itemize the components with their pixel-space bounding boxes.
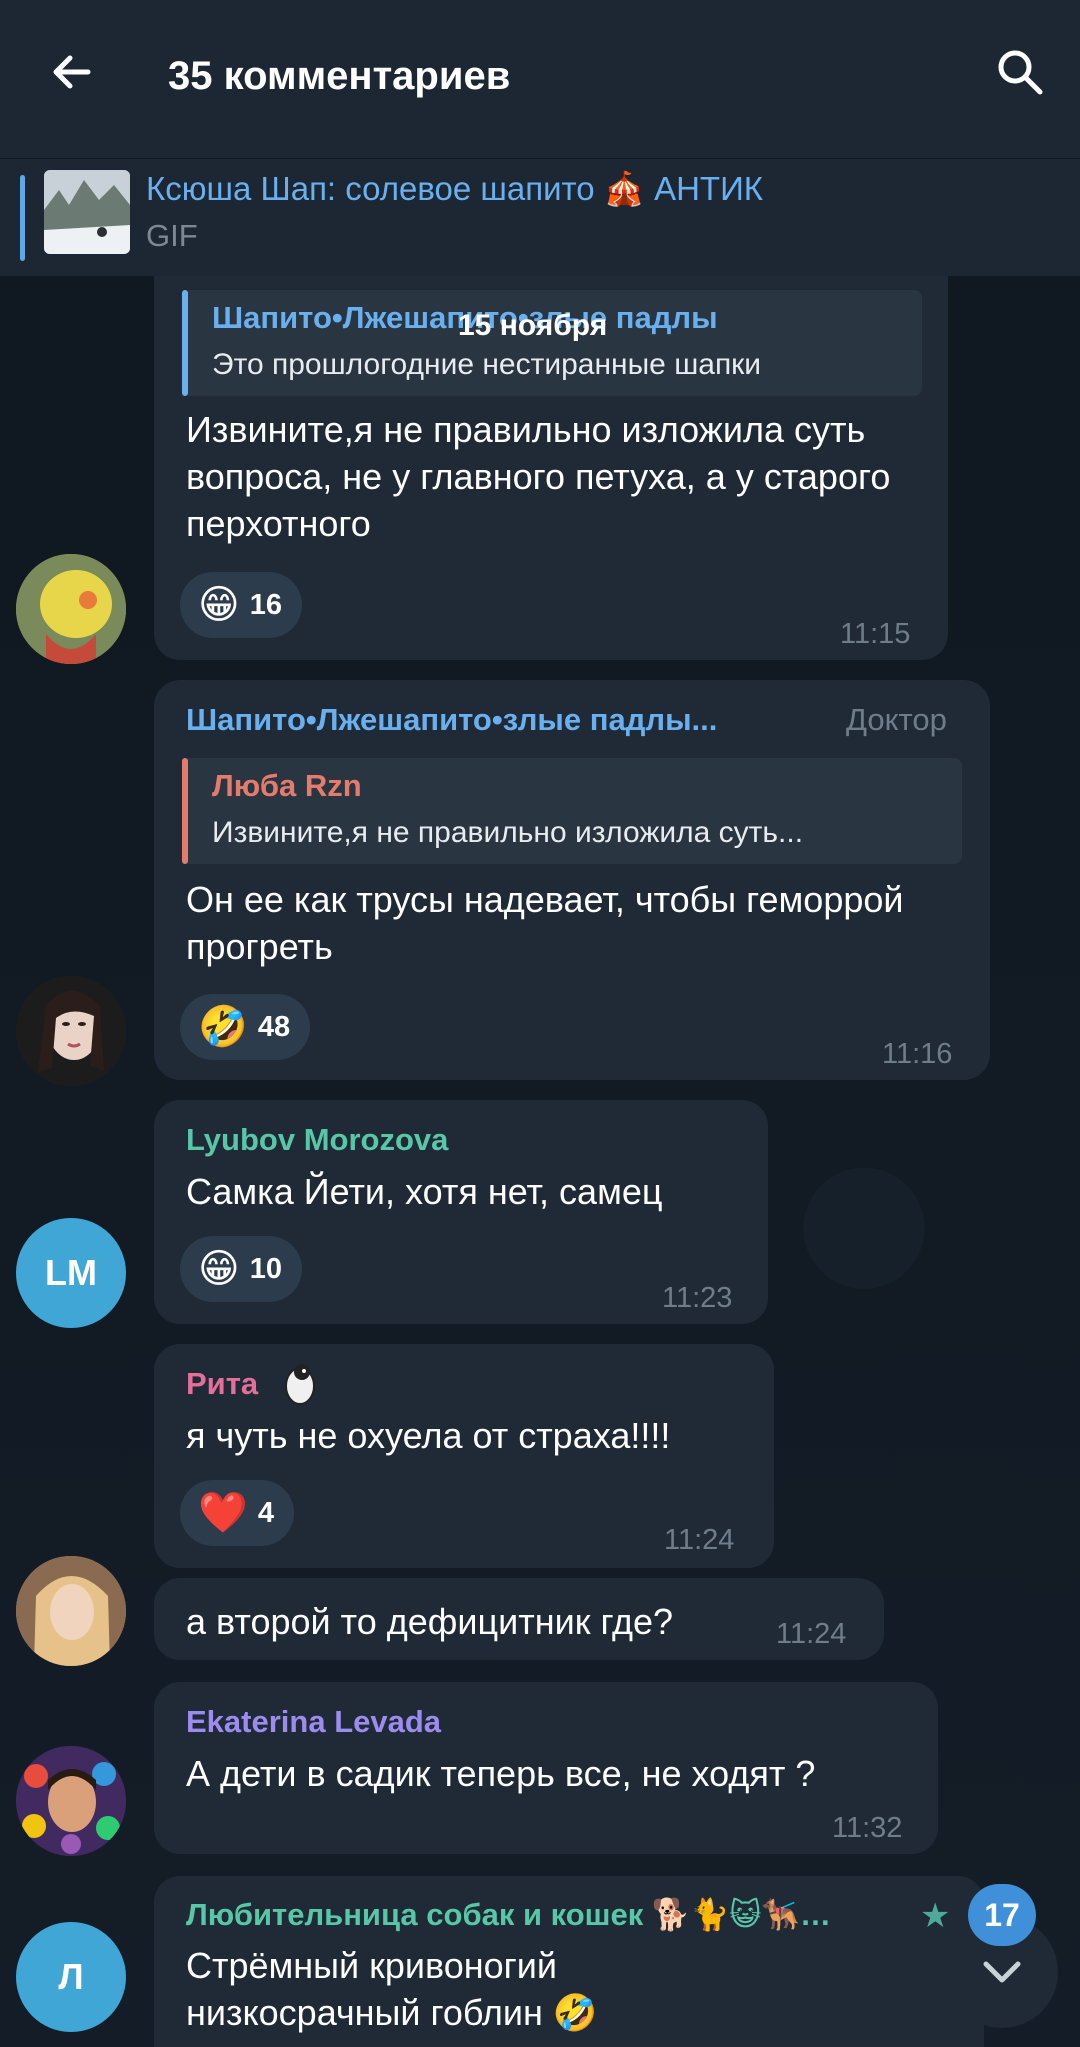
reply-author: Люба Rzn <box>212 768 362 803</box>
message-time: 11:32 <box>832 1812 903 1844</box>
message-time: 11:16 <box>882 1038 953 1070</box>
reaction-chip[interactable]: 😁 10 <box>180 1236 302 1302</box>
message-time: 11:24 <box>776 1618 847 1650</box>
unread-count-badge: 17 <box>968 1884 1036 1946</box>
message-text: Стрёмный кривоногий низкосрачный гоблин … <box>186 1945 598 2033</box>
reply-text: Это прошлогодние нестиранные шапки <box>212 348 762 381</box>
message-time: 11:15 <box>840 618 911 650</box>
pinned-thumbnail <box>44 170 130 254</box>
avatar[interactable] <box>16 554 126 664</box>
reply-accent-bar <box>182 758 188 864</box>
sender-name[interactable]: Ekaterina Levada <box>186 1704 441 1740</box>
page-title: 35 комментариев <box>168 54 511 98</box>
message-time: 11:23 <box>662 1282 733 1314</box>
avatar-initials: Л <box>58 1956 84 1997</box>
heart-emoji-icon: ❤️ <box>198 1491 248 1535</box>
reply-quote[interactable]: Люба Rzn Извините,я не правильно изложил… <box>182 758 962 864</box>
grin-emoji-icon: 😁 <box>198 1247 240 1291</box>
message-text: Извините,я не правильно изложила суть во… <box>186 409 891 544</box>
avatar[interactable]: LM <box>16 1218 126 1328</box>
reaction-count: 4 <box>257 1496 274 1529</box>
star-icon: ★ <box>920 1897 951 1935</box>
message-text: Самка Йети, хотя нет, самец <box>186 1171 663 1212</box>
sender-name[interactable]: Любительница собак и кошек 🐕🐈😺🐕‍🦺… <box>186 1896 831 1933</box>
reaction-chip[interactable]: 🤣 48 <box>180 994 311 1060</box>
penguin-sticker-icon <box>280 1360 320 1406</box>
grin-emoji-icon: 😁 <box>198 583 240 627</box>
reaction-count: 48 <box>257 1010 291 1043</box>
reaction-count: 10 <box>249 1252 282 1285</box>
top-bar: 35 комментариев <box>0 0 1080 158</box>
message-text: я чуть не охуела от страха!!!! <box>186 1415 671 1456</box>
pinned-subtitle: GIF <box>146 218 198 253</box>
search-icon[interactable] <box>988 40 1052 104</box>
message-time: 11:24 <box>664 1524 735 1556</box>
pinned-accent-bar <box>20 175 25 261</box>
avatar[interactable]: Л <box>16 1922 126 2032</box>
message-text: А дети в садик теперь все, не ходят ? <box>186 1753 816 1794</box>
sender-name[interactable]: Рита <box>186 1366 258 1402</box>
reaction-count: 16 <box>249 588 282 621</box>
avatar[interactable] <box>16 1746 126 1856</box>
avatar[interactable] <box>16 1556 126 1666</box>
avatar[interactable] <box>16 976 126 1086</box>
date-divider: 15 ноября <box>458 309 608 342</box>
rofl-emoji-icon: 🤣 <box>198 1005 248 1049</box>
chevron-down-icon <box>983 1961 1021 1983</box>
reply-text: Извините,я не правильно изложила суть... <box>212 816 804 849</box>
reaction-chip[interactable]: 😁 16 <box>180 572 302 638</box>
reaction-chip[interactable]: ❤️ 4 <box>180 1480 294 1546</box>
reply-accent-bar <box>182 290 188 396</box>
message-text: Он ее как трусы надевает, чтобы геморрой… <box>186 879 904 967</box>
sender-name[interactable]: Шапито•Лжешапито•злые падлы... <box>186 702 717 738</box>
sender-tag: Доктор <box>846 702 947 737</box>
back-arrow-icon[interactable] <box>40 40 104 104</box>
avatar-initials: LM <box>45 1252 97 1293</box>
sender-name[interactable]: Lyubov Morozova <box>186 1122 448 1158</box>
message-text: а второй то дефицитник где? <box>186 1601 674 1642</box>
pinned-title: Ксюша Шап: солевое шапито 🎪 АНТИК <box>146 170 764 207</box>
